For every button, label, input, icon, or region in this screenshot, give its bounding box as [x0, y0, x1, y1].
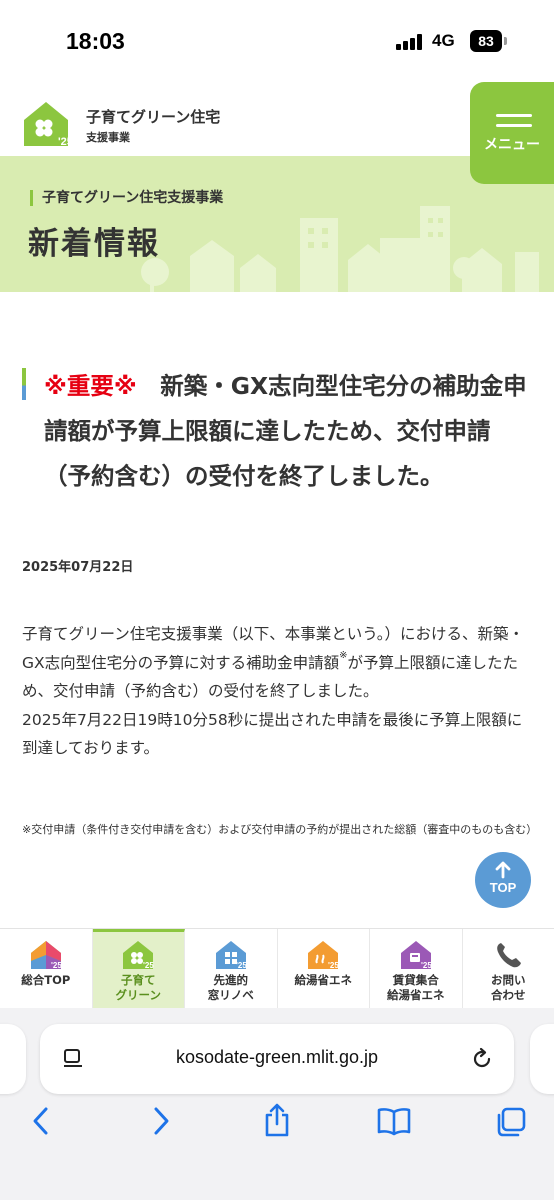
- phone-icon: [497, 943, 522, 968]
- nav-label: 総合TOP: [21, 973, 71, 987]
- important-tag: ※重要※: [44, 372, 137, 400]
- body-paragraph-2: 2025年7月22日19時10分58秒に提出された申請を最後に予算上限額に到達し…: [22, 710, 523, 758]
- scroll-to-top-button[interactable]: TOP: [475, 852, 531, 908]
- battery-tip: [504, 37, 507, 45]
- article-footnote: ※交付申請（条件付き交付申請を含む）および交付申請の予約が提出された総額（審査中…: [22, 823, 538, 836]
- forward-icon[interactable]: [150, 1106, 172, 1136]
- nav-label: 先進的 窓リノベ: [207, 973, 254, 1002]
- page-title: 新着情報: [28, 226, 160, 262]
- tabs-icon[interactable]: [494, 1106, 528, 1138]
- purple-apartment-house-icon: '25: [400, 941, 432, 970]
- orange-water-heater-house-icon: '25: [308, 941, 340, 970]
- browser-chrome: kosodate-green.mlit.go.jp: [0, 1008, 554, 1200]
- back-icon[interactable]: [30, 1106, 52, 1136]
- site-header: '25 子育てグリーン住宅 支援事業 メニュー: [0, 82, 554, 184]
- green-clover-house-icon: '25: [123, 941, 155, 970]
- status-bar: 18:03 4G 83: [0, 0, 554, 82]
- share-icon[interactable]: [262, 1102, 292, 1138]
- site-subname: 支援事業: [86, 131, 130, 144]
- svg-text:'25: '25: [51, 961, 62, 970]
- body-paragraph-1: 子育てグリーン住宅支援事業（以下、本事業という。）における、新築・GX志向型住宅…: [22, 625, 525, 700]
- nav-item-contact[interactable]: お問い 合わせ: [463, 929, 554, 1008]
- nav-label: お問い 合わせ: [491, 973, 526, 1002]
- category-nav: '25 総合TOP '25 子育て グリーン '25 先進的 窓リノベ '25 …: [0, 928, 554, 1008]
- nav-label: 給湯省エネ: [294, 973, 353, 987]
- status-time: 18:03: [66, 28, 125, 54]
- article-body: 子育てグリーン住宅支援事業（以下、本事業という。）における、新築・GX志向型住宅…: [22, 620, 534, 763]
- battery-icon: 83: [470, 30, 502, 52]
- nav-item-window-renovation[interactable]: '25 先進的 窓リノベ: [185, 929, 278, 1008]
- arrow-up-icon: [495, 861, 511, 879]
- heading-accent-bar: [22, 368, 26, 400]
- network-type: 4G: [432, 31, 455, 50]
- bookmarks-icon[interactable]: [376, 1106, 412, 1136]
- previous-tab-peek[interactable]: [0, 1024, 26, 1094]
- nav-item-kosodate-green[interactable]: '25 子育て グリーン: [92, 929, 185, 1008]
- url-text[interactable]: kosodate-green.mlit.go.jp: [40, 1047, 514, 1068]
- article-date: 2025年07月22日: [22, 560, 134, 575]
- signal-strength-icon: [396, 34, 426, 50]
- top-label: TOP: [489, 880, 517, 895]
- svg-text:'25: '25: [236, 961, 247, 970]
- menu-label: メニュー: [484, 137, 540, 153]
- address-bar[interactable]: kosodate-green.mlit.go.jp: [40, 1024, 514, 1094]
- nav-item-top[interactable]: '25 総合TOP: [0, 929, 93, 1008]
- browser-toolbar: [0, 1100, 554, 1160]
- nav-label: 賃貸集合 給湯省エネ: [387, 973, 445, 1002]
- menu-button[interactable]: メニュー: [470, 82, 554, 184]
- nav-item-water-heater[interactable]: '25 給湯省エネ: [278, 929, 370, 1008]
- hamburger-icon: [496, 114, 532, 134]
- svg-text:'25: '25: [328, 961, 339, 970]
- blue-window-house-icon: '25: [215, 941, 247, 970]
- logo-year: '25: [58, 136, 73, 148]
- site-logo-icon[interactable]: '25: [22, 98, 78, 148]
- nav-label: 子育て グリーン: [115, 973, 161, 1002]
- article-title: ※重要※ 新築・GX志向型住宅分の補助金申請額が予算上限額に達したため、交付申請…: [22, 364, 532, 499]
- site-name[interactable]: 子育てグリーン住宅: [86, 106, 220, 127]
- hero-subtitle: 子育てグリーン住宅支援事業: [30, 190, 223, 206]
- footnote-mark: ※: [339, 649, 348, 661]
- nav-item-rental-water-heater[interactable]: '25 賃貸集合 給湯省エネ: [370, 929, 463, 1008]
- svg-text:'25: '25: [143, 961, 154, 970]
- multicolor-house-icon: '25: [30, 941, 62, 970]
- svg-text:'25: '25: [421, 961, 432, 970]
- article-heading: ※重要※ 新築・GX志向型住宅分の補助金申請額が予算上限額に達したため、交付申請…: [22, 364, 532, 499]
- next-tab-peek[interactable]: [530, 1024, 554, 1094]
- reload-icon[interactable]: [470, 1047, 494, 1071]
